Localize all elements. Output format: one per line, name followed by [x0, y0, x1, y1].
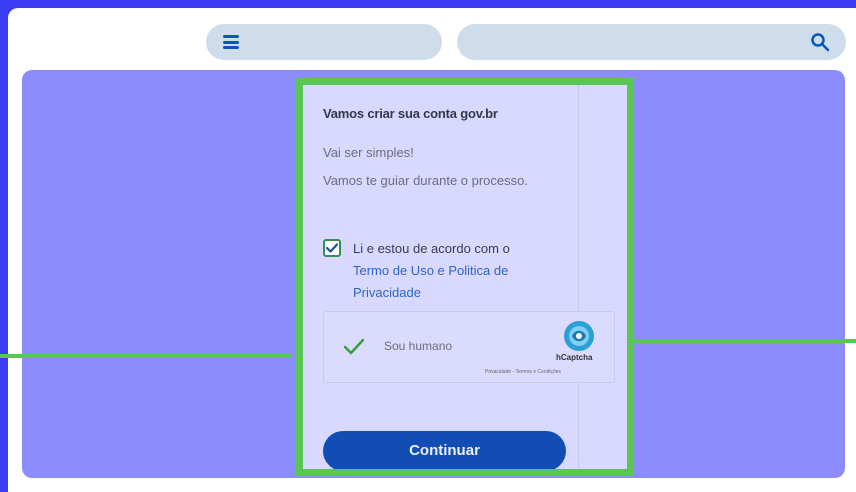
- check-icon: [326, 243, 338, 253]
- intro-text-2: Vamos te guiar durante o processo.: [323, 173, 528, 188]
- search-icon[interactable]: [810, 32, 830, 52]
- captcha-links[interactable]: Privacidade - Termos e Condições: [485, 369, 561, 375]
- terms-link[interactable]: Termo de Uso e Politica de: [353, 260, 510, 282]
- hcaptcha-logo-icon: [564, 321, 594, 351]
- terms-acceptance: Li e estou de acordo com o Termo de Uso …: [323, 238, 549, 304]
- signup-panel: Vamos criar sua conta gov.br Vai ser sim…: [303, 85, 615, 469]
- signup-title: Vamos criar sua conta gov.br: [323, 106, 498, 121]
- hcaptcha-widget[interactable]: Sou humano hCaptcha Privacidade - Termos…: [323, 311, 615, 383]
- accept-text-label: Li e estou de acordo com o: [353, 241, 510, 256]
- terms-checkbox[interactable]: [323, 239, 341, 257]
- intro-text-1: Vai ser simples!: [323, 145, 414, 160]
- top-bar: [8, 8, 856, 70]
- hamburger-menu-icon: [223, 35, 239, 49]
- phone-screen-frame: Vamos criar sua conta gov.br Vai ser sim…: [296, 78, 634, 476]
- terms-text: Li e estou de acordo com o Termo de Uso …: [353, 238, 510, 304]
- captcha-label: Sou humano: [384, 339, 453, 353]
- highlight-line-right: [628, 339, 856, 343]
- menu-button[interactable]: [206, 24, 442, 60]
- captcha-check-icon: [343, 338, 365, 355]
- continue-button[interactable]: Continuar: [323, 431, 566, 469]
- captcha-brand: hCaptcha: [556, 353, 593, 362]
- highlight-line-left: [0, 354, 292, 358]
- search-input[interactable]: [457, 24, 846, 60]
- privacy-link[interactable]: Privacidade: [353, 282, 510, 304]
